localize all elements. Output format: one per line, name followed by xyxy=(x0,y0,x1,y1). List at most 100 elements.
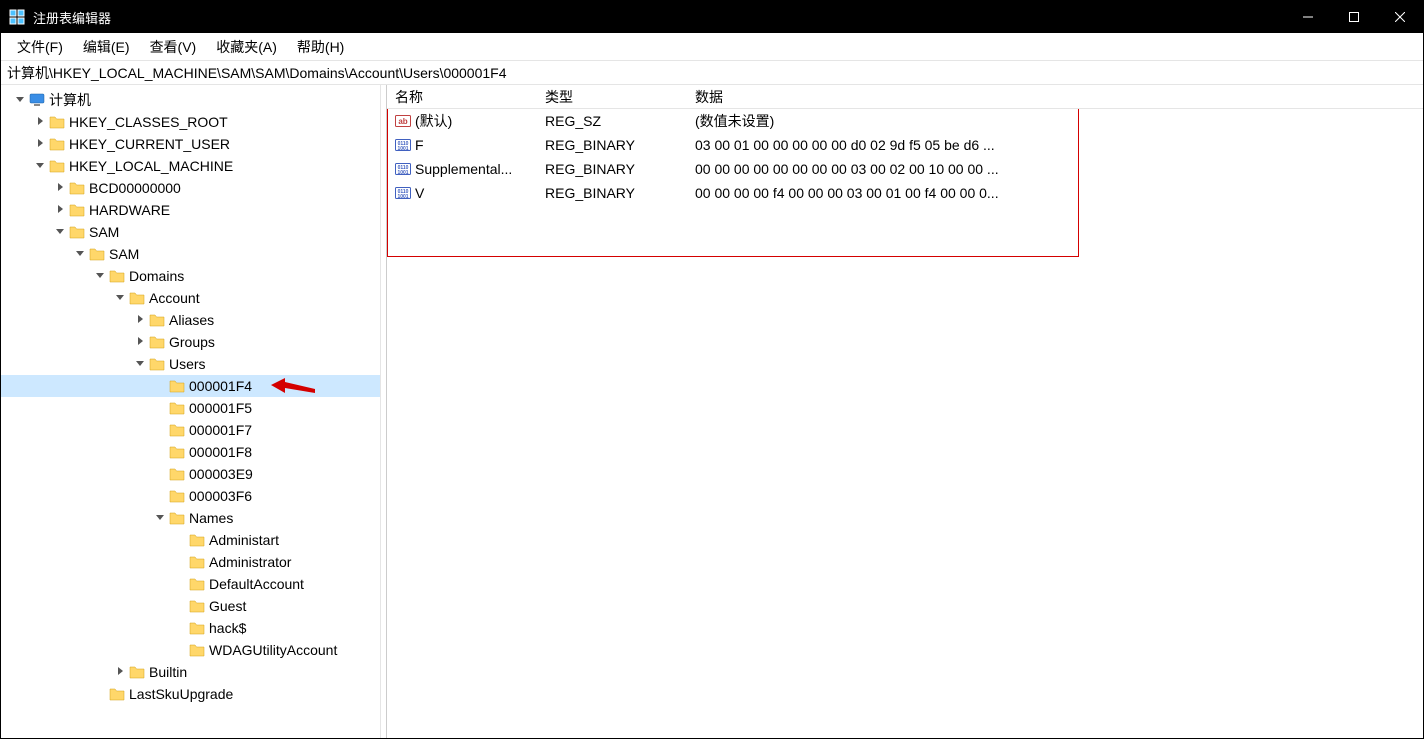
tree-node-label: Groups xyxy=(169,334,223,350)
tree-node[interactable]: 000001F4 xyxy=(1,375,380,397)
tree-node[interactable]: Names xyxy=(1,507,380,529)
chevron-down-icon[interactable] xyxy=(53,224,69,240)
tree-node[interactable]: Administart xyxy=(1,529,380,551)
tree-node[interactable]: Account xyxy=(1,287,380,309)
tree-toggle-empty xyxy=(153,378,169,394)
values-header: 名称 类型 数据 xyxy=(387,85,1423,109)
tree-node-label: BCD00000000 xyxy=(89,180,189,196)
menu-file[interactable]: 文件(F) xyxy=(7,33,73,61)
tree-node[interactable]: HKEY_CLASSES_ROOT xyxy=(1,111,380,133)
chevron-right-icon[interactable] xyxy=(133,312,149,328)
folder-icon xyxy=(49,158,65,174)
tree-node[interactable]: HKEY_CURRENT_USER xyxy=(1,133,380,155)
body: 计算机 HKEY_CLASSES_ROOT HKEY_CURRENT_USERHKE… xyxy=(1,85,1423,738)
folder-icon xyxy=(109,268,125,284)
tree-node-label: Guest xyxy=(209,598,254,614)
tree-node-label: Names xyxy=(189,510,241,526)
chevron-right-icon[interactable] xyxy=(33,114,49,130)
tree-toggle-empty xyxy=(173,554,189,570)
tree-node[interactable]: hack$ xyxy=(1,617,380,639)
value-name: V xyxy=(415,185,424,201)
tree-node-label: HKEY_CLASSES_ROOT xyxy=(69,114,236,130)
tree-node[interactable]: Aliases xyxy=(1,309,380,331)
value-name: (默认) xyxy=(415,111,452,131)
folder-icon xyxy=(189,554,205,570)
chevron-down-icon[interactable] xyxy=(153,510,169,526)
tree-node[interactable]: Domains xyxy=(1,265,380,287)
value-row[interactable]: FREG_BINARY03 00 01 00 00 00 00 00 d0 02… xyxy=(387,133,1423,157)
menu-help[interactable]: 帮助(H) xyxy=(287,33,354,61)
tree-node[interactable]: Builtin xyxy=(1,661,380,683)
tree-node[interactable]: HARDWARE xyxy=(1,199,380,221)
chevron-down-icon[interactable] xyxy=(113,290,129,306)
value-row[interactable]: VREG_BINARY00 00 00 00 f4 00 00 00 03 00… xyxy=(387,181,1423,205)
value-row[interactable]: Supplemental...REG_BINARY00 00 00 00 00 … xyxy=(387,157,1423,181)
tree-node[interactable]: Users xyxy=(1,353,380,375)
tree-pane[interactable]: 计算机 HKEY_CLASSES_ROOT HKEY_CURRENT_USERHKE… xyxy=(1,85,381,738)
tree-node[interactable]: Administrator xyxy=(1,551,380,573)
tree-node[interactable]: 000003F6 xyxy=(1,485,380,507)
tree-node[interactable]: Groups xyxy=(1,331,380,353)
tree-node-label: hack$ xyxy=(209,620,254,636)
binary-value-icon xyxy=(395,185,411,201)
tree-node-label: 000003F6 xyxy=(189,488,260,504)
tree-node[interactable]: BCD00000000 xyxy=(1,177,380,199)
menu-favorites[interactable]: 收藏夹(A) xyxy=(206,33,287,61)
folder-icon xyxy=(69,180,85,196)
menu-view[interactable]: 查看(V) xyxy=(140,33,207,61)
address-input[interactable] xyxy=(7,65,1423,81)
chevron-right-icon[interactable] xyxy=(133,334,149,350)
tree-node[interactable]: DefaultAccount xyxy=(1,573,380,595)
tree-node[interactable]: 计算机 xyxy=(1,89,380,111)
column-type[interactable]: 类型 xyxy=(537,85,687,108)
folder-icon xyxy=(69,224,85,240)
tree-node[interactable]: 000001F5 xyxy=(1,397,380,419)
values-pane[interactable]: 名称 类型 数据 (默认) REG_SZ(数值未设置)FREG_BINARY03 … xyxy=(387,85,1423,738)
value-data: 00 00 00 00 00 00 00 00 03 00 02 00 10 0… xyxy=(687,161,1423,177)
tree-node-label: 000001F7 xyxy=(189,422,260,438)
column-data[interactable]: 数据 xyxy=(687,85,1423,108)
chevron-right-icon[interactable] xyxy=(53,202,69,218)
app-icon xyxy=(9,9,25,25)
chevron-down-icon[interactable] xyxy=(13,92,29,108)
tree-node[interactable]: WDAGUtilityAccount xyxy=(1,639,380,661)
tree-node[interactable]: HKEY_LOCAL_MACHINE xyxy=(1,155,380,177)
menu-edit[interactable]: 编辑(E) xyxy=(73,33,140,61)
column-name[interactable]: 名称 xyxy=(387,85,537,108)
tree-node[interactable]: 000001F8 xyxy=(1,441,380,463)
tree-toggle-empty xyxy=(173,532,189,548)
chevron-down-icon[interactable] xyxy=(93,268,109,284)
tree-node[interactable]: SAM xyxy=(1,221,380,243)
folder-icon xyxy=(169,400,185,416)
chevron-down-icon[interactable] xyxy=(73,246,89,262)
chevron-right-icon[interactable] xyxy=(113,664,129,680)
tree-toggle-empty xyxy=(173,620,189,636)
value-name-cell: Supplemental... xyxy=(387,161,537,177)
folder-icon xyxy=(149,356,165,372)
binary-value-icon xyxy=(395,161,411,177)
folder-icon xyxy=(49,136,65,152)
value-name: Supplemental... xyxy=(415,161,512,177)
value-data: (数值未设置) xyxy=(687,111,1423,131)
chevron-down-icon[interactable] xyxy=(33,158,49,174)
tree-node-label: 000001F8 xyxy=(189,444,260,460)
tree-node[interactable]: LastSkuUpgrade xyxy=(1,683,380,705)
chevron-right-icon[interactable] xyxy=(33,136,49,152)
folder-icon xyxy=(89,246,105,262)
address-bar xyxy=(1,61,1423,85)
tree-node[interactable]: SAM xyxy=(1,243,380,265)
value-row[interactable]: (默认) REG_SZ(数值未设置) xyxy=(387,109,1423,133)
chevron-down-icon[interactable] xyxy=(133,356,149,372)
close-button[interactable] xyxy=(1377,1,1423,33)
value-type: REG_SZ xyxy=(537,113,687,129)
value-type: REG_BINARY xyxy=(537,185,687,201)
registry-editor-window: 注册表编辑器 文件(F) 编辑(E) 查看(V) 收藏夹(A) 帮助(H) 计算… xyxy=(0,0,1424,739)
folder-icon xyxy=(169,378,185,394)
folder-icon xyxy=(129,664,145,680)
tree-node[interactable]: 000003E9 xyxy=(1,463,380,485)
tree-node[interactable]: 000001F7 xyxy=(1,419,380,441)
chevron-right-icon[interactable] xyxy=(53,180,69,196)
minimize-button[interactable] xyxy=(1285,1,1331,33)
maximize-button[interactable] xyxy=(1331,1,1377,33)
tree-node[interactable]: Guest xyxy=(1,595,380,617)
